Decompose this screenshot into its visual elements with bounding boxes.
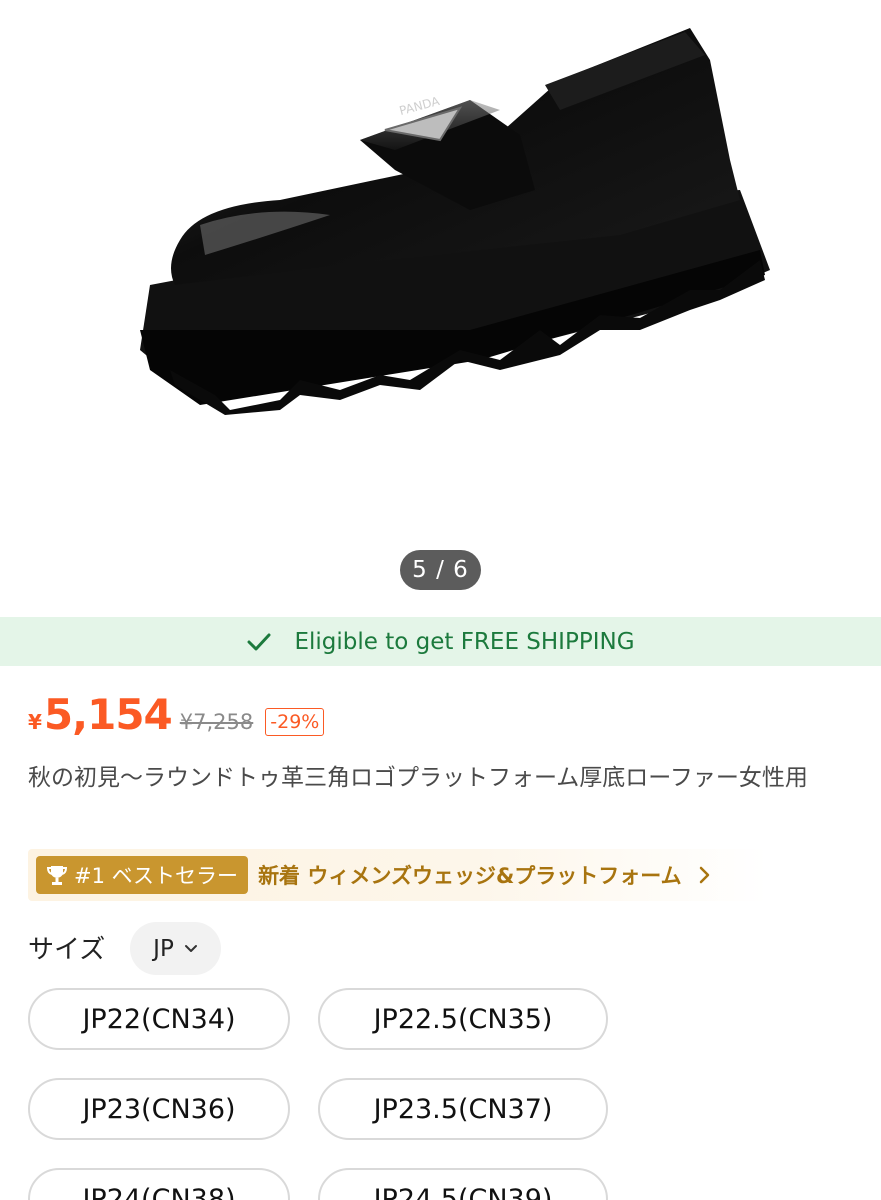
image-counter: 5 / 6 [400, 550, 481, 590]
bestseller-category: 新着 ウィメンズウェッジ&プラットフォーム [258, 864, 682, 888]
price-row: ¥ 5,154 ¥7,258 -29% [28, 690, 325, 746]
size-unit-value: JP [153, 935, 174, 962]
product-image-gallery[interactable]: PANDA 5 / 6 [0, 0, 881, 616]
size-option[interactable]: JP22.5(CN35) [318, 988, 608, 1050]
discount-badge: -29% [265, 708, 325, 736]
product-image: PANDA [140, 28, 770, 415]
size-option[interactable]: JP24(CN38) [28, 1168, 290, 1200]
size-option[interactable]: JP24.5(CN39) [318, 1168, 608, 1200]
bestseller-badge: #1 ベストセラー [36, 856, 249, 894]
size-option[interactable]: JP23(CN36) [28, 1078, 290, 1140]
original-price: ¥7,258 [179, 710, 254, 734]
chevron-down-icon [184, 944, 197, 952]
bestseller-badge-text: #1 ベストセラー [74, 864, 239, 888]
product-title: 秋の初見〜ラウンドトゥ革三角ロゴプラットフォーム厚底ローファー女性用 [28, 765, 808, 791]
current-price: 5,154 [43, 690, 173, 739]
trophy-icon [46, 866, 68, 885]
shipping-text: Eligible to get FREE SHIPPING [294, 628, 635, 655]
size-option[interactable]: JP22(CN34) [28, 988, 290, 1050]
price-currency: ¥ [28, 710, 42, 734]
size-unit-dropdown[interactable]: JP [130, 922, 221, 975]
bestseller-banner[interactable]: #1 ベストセラー 新着 ウィメンズウェッジ&プラットフォーム [28, 849, 768, 901]
check-icon [247, 633, 271, 650]
free-shipping-banner: Eligible to get FREE SHIPPING [0, 617, 881, 666]
size-label: サイズ [28, 935, 106, 965]
chevron-right-icon [699, 866, 709, 884]
size-option[interactable]: JP23.5(CN37) [318, 1078, 608, 1140]
